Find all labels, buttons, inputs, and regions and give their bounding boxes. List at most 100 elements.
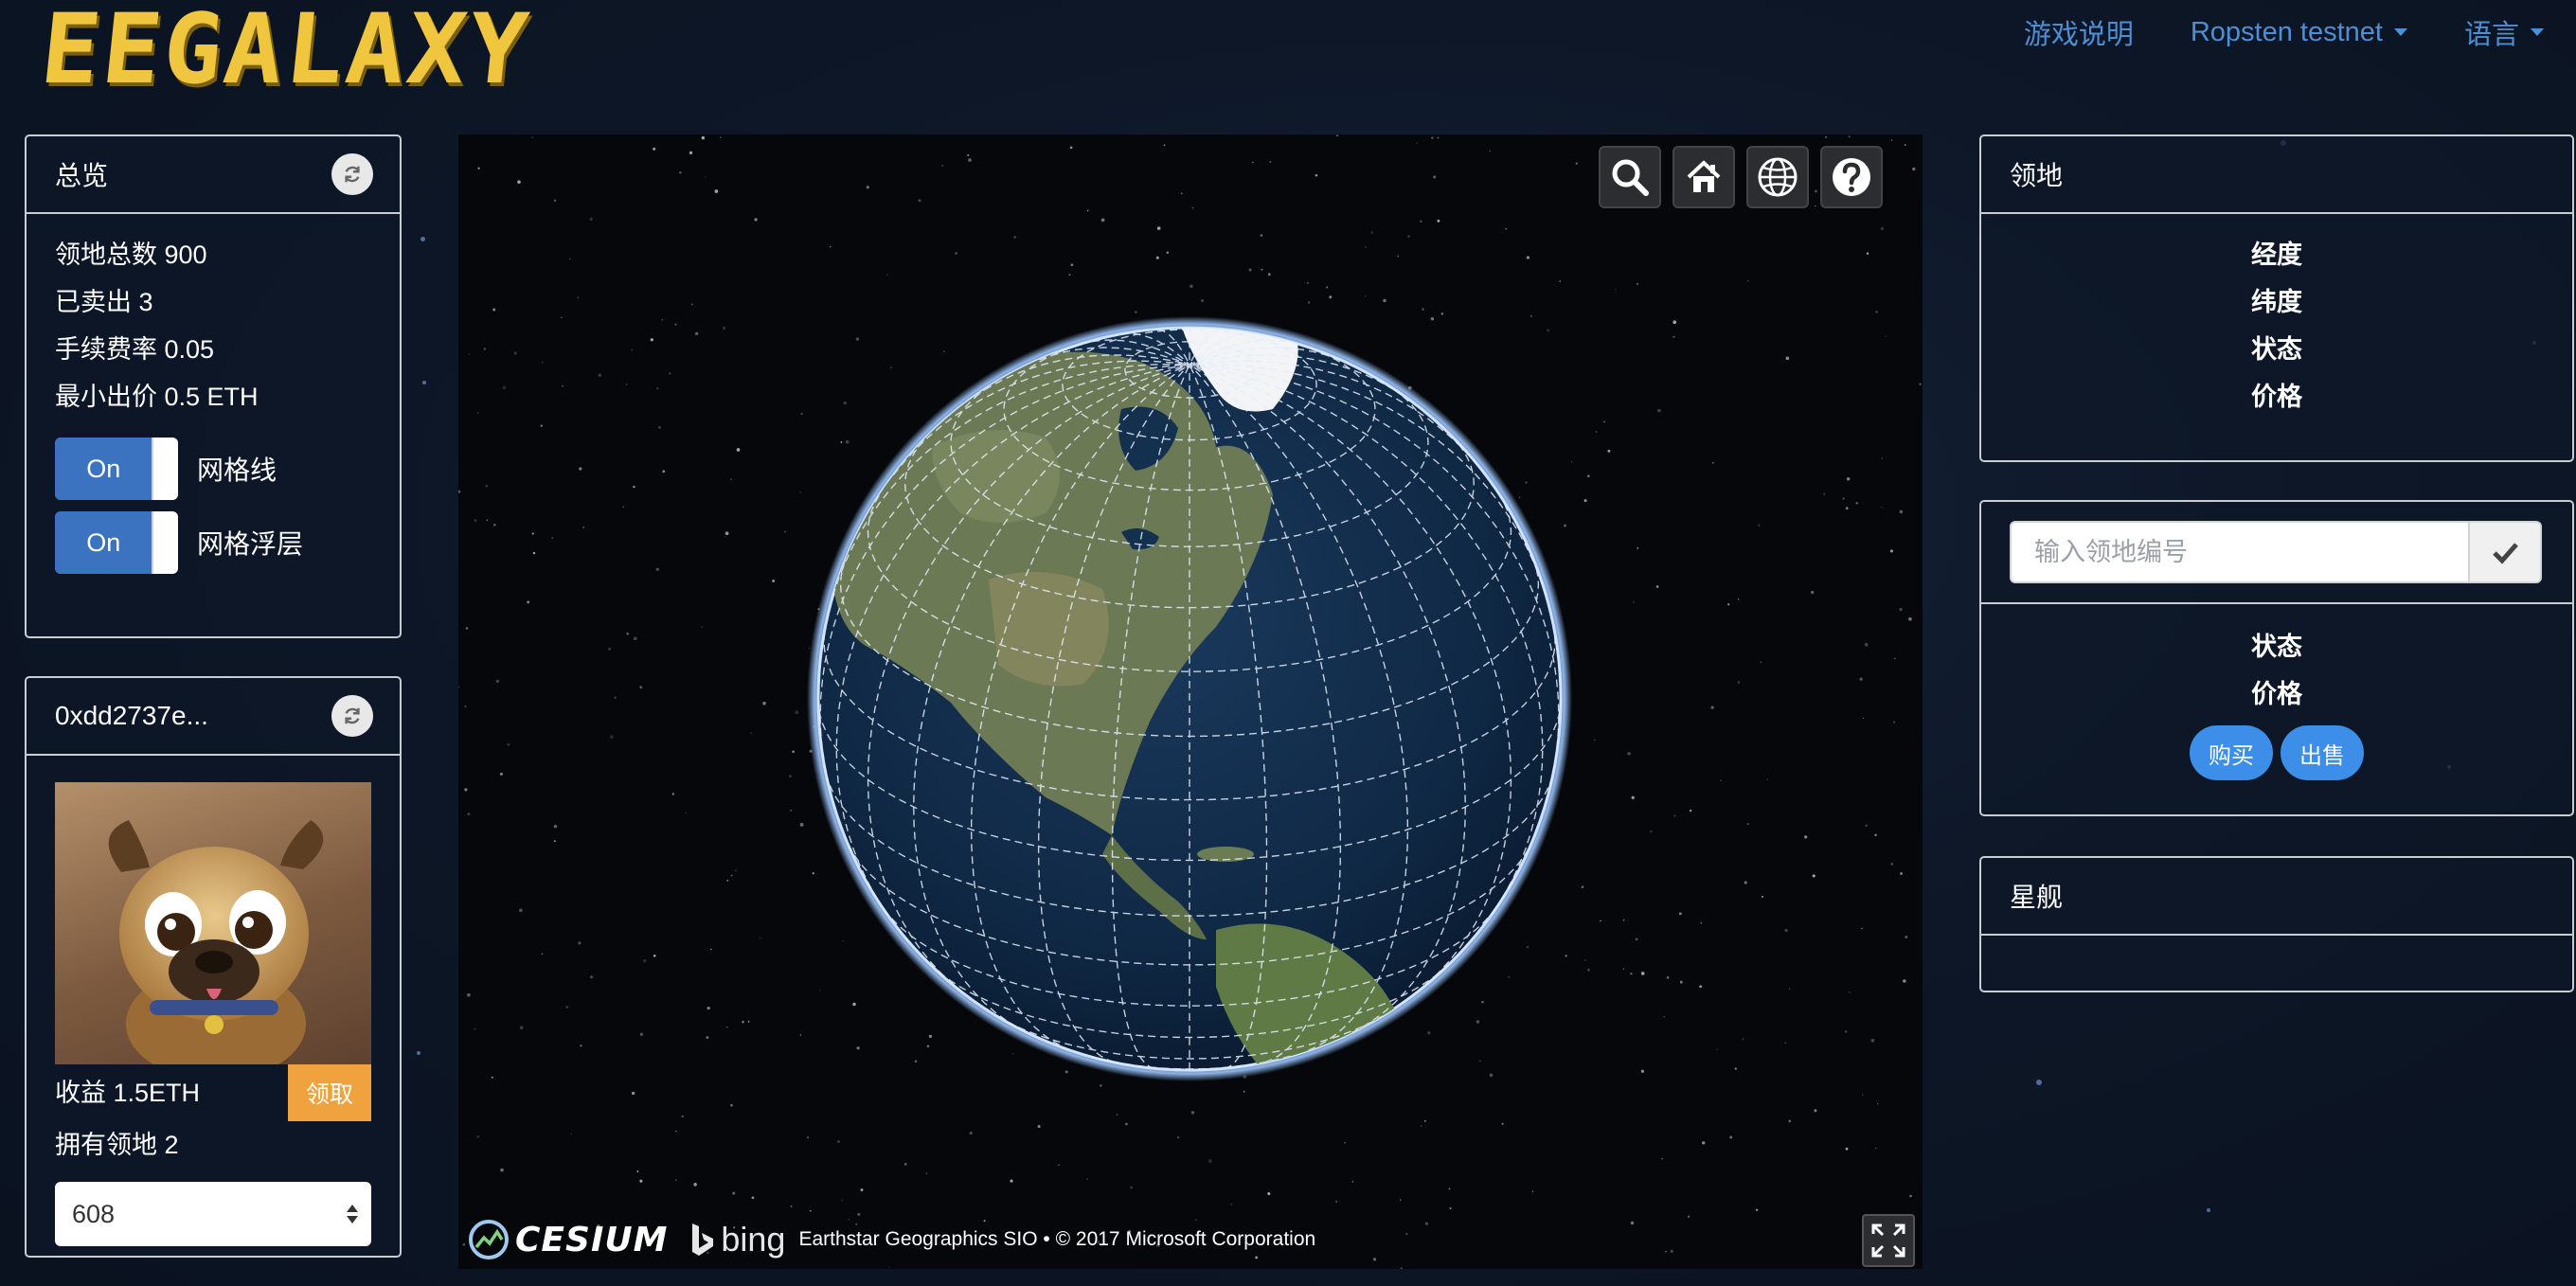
starfield-star [1335, 1201, 1337, 1203]
starfield-star [625, 384, 628, 385]
starfield-star [1900, 872, 1903, 875]
fullscreen-button[interactable] [1862, 1214, 1915, 1267]
starfield-star [759, 937, 761, 939]
starfield-star [690, 303, 693, 306]
starfield-star [1627, 752, 1631, 756]
starfield-star [1630, 972, 1633, 975]
starfield-star [1729, 1135, 1733, 1139]
starfield-star [918, 199, 921, 203]
avatar [55, 782, 371, 1064]
nav-language-dropdown[interactable]: 语言 [2464, 12, 2544, 52]
app-logo: EEGALAXY [35, 0, 536, 106]
nav-network-label: Ropsten testnet [2190, 16, 2383, 47]
account-refresh-button[interactable] [331, 695, 373, 737]
starfield-star [1416, 142, 1418, 144]
starfield-star [1811, 590, 1815, 595]
starfield-star [486, 519, 489, 522]
toggle-knob [152, 511, 178, 574]
starfield-star [1785, 356, 1790, 361]
starfield-star [1881, 507, 1883, 509]
fee-rate: 手续费率 0.05 [55, 335, 215, 364]
starfield-star [674, 323, 677, 326]
starfield-star [653, 954, 656, 957]
starfield-star [1804, 835, 1808, 839]
land-search-confirm-button[interactable] [2468, 521, 2542, 583]
land-lookup-panel: 状态 价格 购买 出售 [1979, 500, 2574, 816]
starfield-star [1859, 677, 1863, 681]
nav-game-guide[interactable]: 游戏说明 [2024, 12, 2134, 52]
income-row: 收益 1.5ETH 领取 [55, 1064, 371, 1121]
caret-down-icon [2531, 28, 2544, 36]
globe-viewer[interactable]: CESIUM bing Earthstar Geographics SIO • … [458, 134, 1923, 1269]
starfield-star [1594, 739, 1596, 741]
buy-button[interactable]: 购买 [2190, 725, 2273, 780]
starfield-star [1315, 173, 1318, 177]
scene-mode-button[interactable] [1746, 146, 1809, 208]
home-view-button[interactable] [1673, 146, 1735, 208]
starfield-star [1788, 988, 1791, 991]
starfield-star [551, 537, 553, 539]
starfield-star [622, 506, 624, 508]
navigation-help-button[interactable] [1820, 146, 1883, 208]
lookup-price-label: 价格 [2251, 680, 2302, 708]
starfield-star [679, 171, 682, 174]
starfield-star [903, 1163, 907, 1166]
geocoder-search-button[interactable] [1599, 146, 1661, 208]
claim-button[interactable]: 领取 [288, 1064, 371, 1121]
starfield-star [553, 840, 556, 843]
starfield-star [476, 1134, 480, 1138]
starfield-star [1130, 1186, 1134, 1189]
starfield-star [1734, 1067, 1737, 1070]
bing-logo[interactable]: bing [689, 1220, 785, 1259]
home-icon [1687, 160, 1721, 192]
sell-button[interactable]: 出售 [2281, 725, 2364, 780]
starfield-star [928, 1034, 933, 1039]
starfield-star [751, 1196, 755, 1200]
starfield-star [1559, 280, 1562, 282]
grid-overlay-toggle-label: 网格浮层 [197, 529, 304, 559]
starfield-star [1615, 288, 1618, 291]
starfield-star [541, 953, 544, 956]
starfield-star [1448, 1188, 1451, 1190]
gridline-toggle[interactable]: On [55, 438, 178, 500]
select-arrows-icon [347, 1205, 358, 1223]
background-star [422, 381, 426, 384]
starfield-star [1758, 524, 1761, 527]
account-address: 0xdd2737e... [55, 701, 208, 730]
nav-network-dropdown[interactable]: Ropsten testnet [2191, 17, 2407, 48]
starfield-star [1440, 312, 1444, 315]
sold-count: 已卖出 3 [55, 288, 153, 316]
starfield-star [500, 1168, 504, 1172]
cesium-logo[interactable]: CESIUM [468, 1219, 668, 1260]
starfield-star [513, 351, 517, 355]
starfield-star [1430, 317, 1435, 321]
grid-overlay-toggle[interactable]: On [55, 511, 178, 574]
starfield-star [818, 990, 821, 991]
toggle-knob [152, 438, 178, 500]
starfield-star [579, 467, 582, 471]
starfield-star [1845, 507, 1849, 510]
globe-canvas[interactable] [458, 134, 1923, 1269]
starfield-star [1058, 1164, 1060, 1167]
overview-panel-header: 总览 [27, 136, 400, 214]
territory-info: 经度 纬度 状态 价格 [1981, 214, 2572, 420]
starfield-star [809, 1209, 812, 1212]
land-action-row: 购买 出售 [1981, 725, 2572, 780]
owned-land-select[interactable]: 608 [55, 1182, 371, 1246]
starfield-star [1630, 1221, 1635, 1225]
starfield-star [531, 532, 534, 535]
starfield-star [1744, 881, 1747, 884]
account-panel-body: 收益 1.5ETH 领取 拥有领地 2 608 [27, 756, 400, 1246]
starfield-star [799, 823, 804, 827]
overview-refresh-button[interactable] [331, 153, 373, 195]
help-icon [1833, 158, 1870, 196]
starfield-star [1501, 1122, 1504, 1125]
starfield-star [1846, 476, 1851, 481]
starfield-star [732, 1191, 736, 1195]
starfield-star [485, 484, 489, 488]
starfield-star [1326, 286, 1329, 289]
starfield-star [1208, 1159, 1212, 1163]
starfield-star [1894, 657, 1896, 660]
land-number-input[interactable] [2010, 521, 2468, 583]
starfield-star [1479, 1060, 1481, 1062]
